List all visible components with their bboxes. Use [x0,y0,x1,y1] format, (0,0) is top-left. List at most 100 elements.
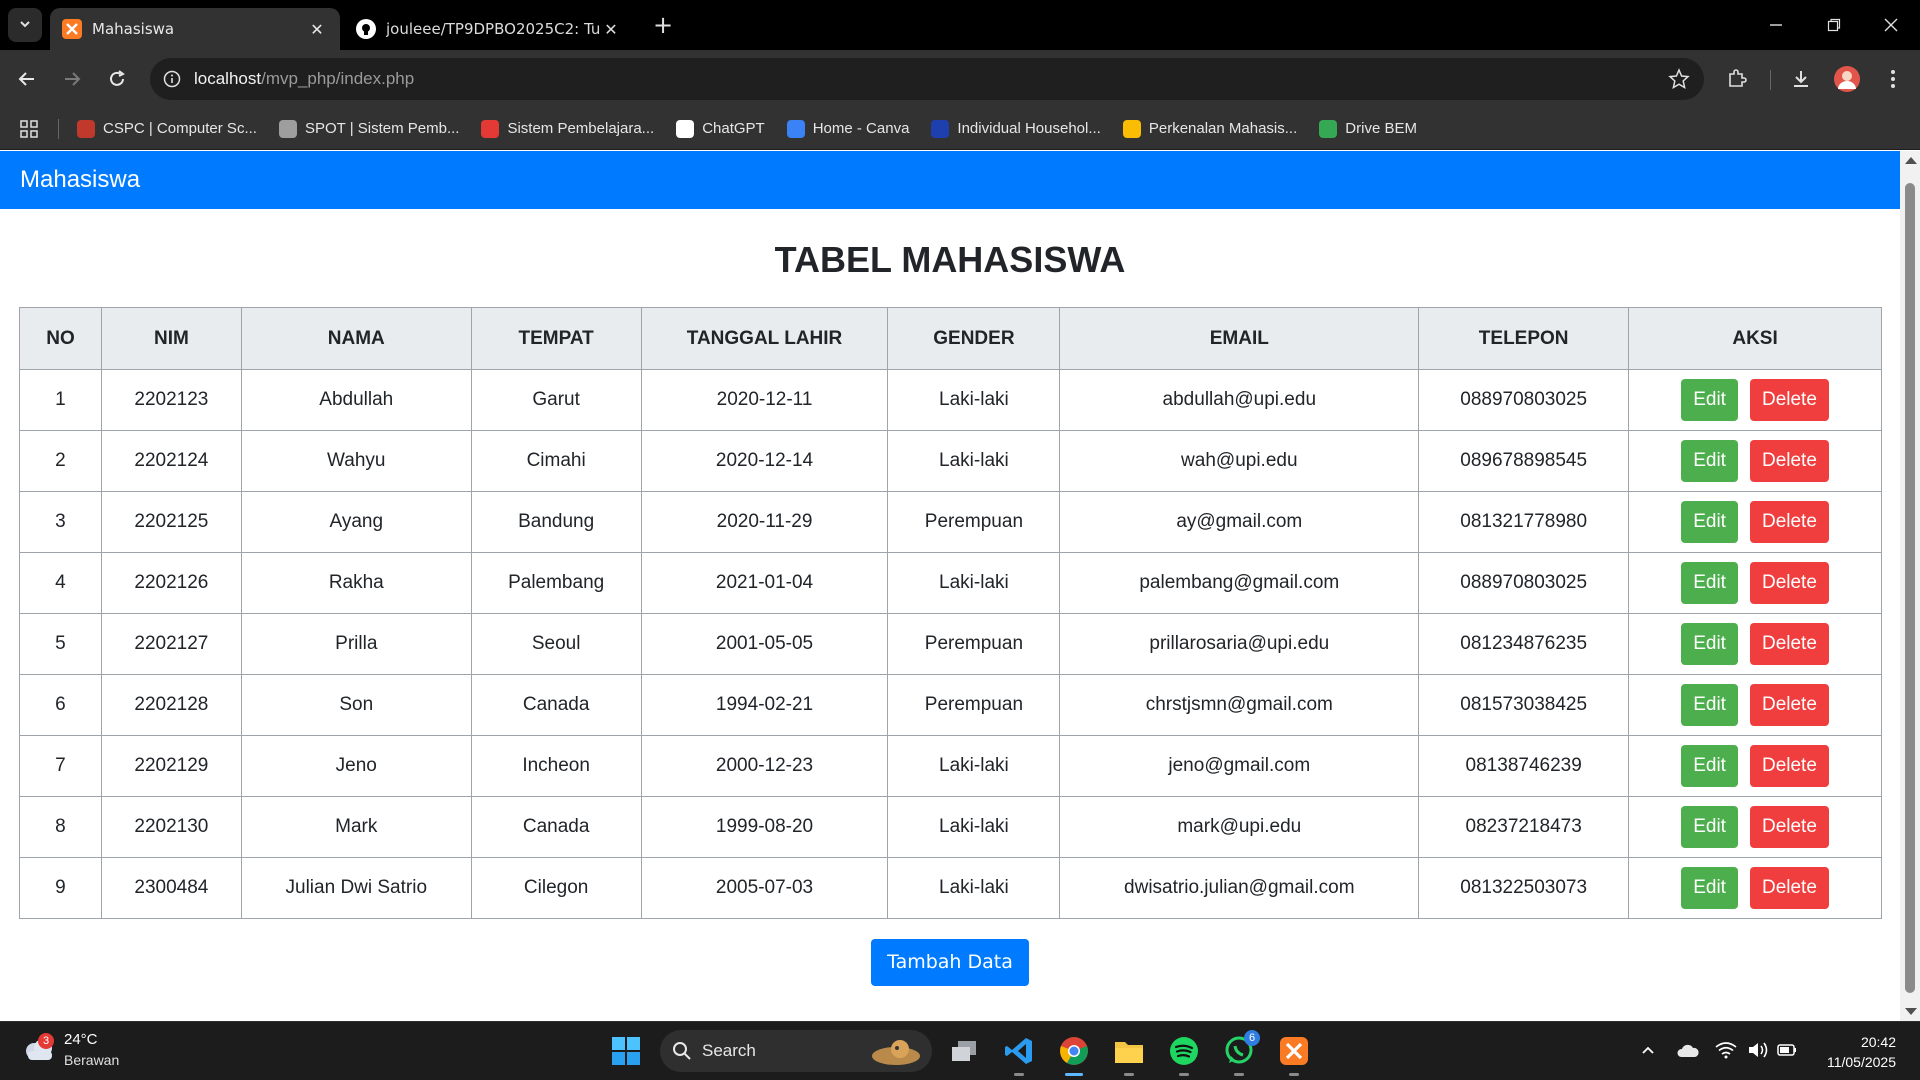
bookmark-item[interactable]: CSPC | Computer Sc... [77,119,257,138]
restore-button[interactable] [1805,0,1863,50]
system-clock[interactable]: 20:42 11/05/2025 [1827,1032,1896,1072]
cell-telepon: 089678898545 [1418,430,1630,492]
delete-button[interactable]: Delete [1749,501,1829,543]
cell-no: 4 [19,552,102,614]
edit-button[interactable]: Edit [1681,379,1738,421]
start-button[interactable] [607,1032,645,1070]
tab-github[interactable]: jouleee/TP9DPBO2025C2: Tuga ✕ [344,8,634,50]
table-row: 1 2202123 Abdullah Garut 2020-12-11 Laki-laki… [19,369,1882,431]
taskbar-search[interactable]: Search [660,1030,932,1072]
bookmark-item[interactable]: Individual Househol... [931,119,1101,138]
bookmark-item[interactable]: Sistem Pembelajara... [481,119,654,138]
delete-button[interactable]: Delete [1749,806,1829,848]
vscode-icon[interactable] [1000,1032,1038,1076]
cell-email: chrstjsmn@gmail.com [1059,674,1420,736]
delete-button[interactable]: Delete [1749,440,1829,482]
bookmark-star-icon[interactable] [1668,68,1690,94]
cell-nim: 2202130 [100,796,242,858]
scroll-up-arrow-icon[interactable] [1905,157,1917,164]
cell-telepon: 081573038425 [1418,674,1630,736]
xampp-taskbar-icon[interactable] [1275,1032,1313,1076]
column-header: TANGGAL LAHIR [640,307,889,370]
search-label: Search [702,1041,756,1060]
battery-icon[interactable] [1774,1036,1802,1064]
task-view-icon[interactable] [945,1032,983,1070]
bookmark-item[interactable]: Drive BEM [1319,119,1417,138]
cell-tempat: Palembang [470,552,642,614]
weather-widget[interactable]: 3 24°C Berawan [22,1030,119,1070]
tab-search-button[interactable] [8,8,42,42]
bookmark-item[interactable]: SPOT | Sistem Pemb... [278,119,460,138]
page-scrollbar[interactable] [1900,151,1920,1021]
app-indicator [1065,1073,1083,1076]
edit-button[interactable]: Edit [1681,745,1738,787]
apps-grid-icon[interactable] [20,119,38,138]
file-explorer-icon[interactable] [1110,1032,1148,1076]
edit-button[interactable]: Edit [1681,562,1738,604]
edit-button[interactable]: Edit [1681,867,1738,909]
delete-button[interactable]: Delete [1749,745,1829,787]
spotify-icon[interactable] [1165,1032,1203,1076]
cell-nama: Rakha [240,552,472,614]
column-header: AKSI [1628,307,1882,370]
bookmark-label: SPOT | Sistem Pemb... [304,120,460,137]
onedrive-icon[interactable] [1674,1036,1702,1064]
delete-button[interactable]: Delete [1749,623,1829,665]
cell-nim: 2202123 [100,369,242,431]
bookmark-favicon-icon [278,119,297,138]
profile-avatar[interactable] [1830,62,1864,96]
edit-button[interactable]: Edit [1681,684,1738,726]
edit-button[interactable]: Edit [1681,501,1738,543]
browser-menu-button[interactable] [1876,62,1910,96]
delete-button[interactable]: Delete [1749,684,1829,726]
close-tab-icon[interactable]: ✕ [306,18,328,40]
scrollbar-thumb[interactable] [1905,183,1915,993]
tray-chevron-up-icon[interactable] [1634,1036,1662,1064]
new-tab-button[interactable]: + [648,10,678,40]
volume-icon[interactable] [1744,1036,1772,1064]
cell-tempat: Seoul [470,613,642,675]
cell-aksi: Edit Delete [1628,430,1882,492]
cell-nim: 2300484 [100,857,242,919]
edit-button[interactable]: Edit [1681,623,1738,665]
tab-mahasiswa[interactable]: Mahasiswa ✕ [50,8,340,50]
reload-button[interactable] [100,62,134,96]
address-bar[interactable]: localhost/mvp_php/index.php [150,58,1704,100]
table-row: 9 2300484 Julian Dwi Satrio Cilegon 2005-07-… [19,857,1882,919]
column-header: NO [19,307,102,370]
chevron-down-icon [18,16,32,35]
minimize-button[interactable] [1747,0,1805,50]
bookmark-favicon-icon [481,119,500,138]
cell-gender: Laki-laki [887,369,1061,431]
edit-button[interactable]: Edit [1681,440,1738,482]
whatsapp-icon[interactable]: 6 [1220,1030,1260,1076]
cell-telepon: 08237218473 [1418,796,1630,858]
table-row: 2 2202124 Wahyu Cimahi 2020-12-14 Laki-laki wa… [19,430,1882,492]
delete-button[interactable]: Delete [1749,562,1829,604]
bookmark-item[interactable]: ChatGPT [676,119,765,138]
site-info-icon[interactable] [150,70,194,88]
page-content: Mahasiswa TABEL MAHASISWA NO NIM NAMA TE… [0,151,1900,1021]
url-text: localhost/mvp_php/index.php [194,69,415,88]
bookmark-item[interactable]: Home - Canva [786,119,909,138]
downloads-button[interactable] [1784,62,1818,96]
forward-button[interactable] [55,62,89,96]
xampp-icon [62,19,82,39]
scroll-down-arrow-icon[interactable] [1905,1008,1917,1015]
cell-no: 2 [19,430,102,492]
chrome-icon[interactable] [1055,1032,1093,1076]
delete-button[interactable]: Delete [1749,867,1829,909]
cell-gender: Laki-laki [887,857,1061,919]
back-button[interactable] [10,62,44,96]
bookmark-item[interactable]: Perkenalan Mahasis... [1122,119,1297,138]
add-wrap: Tambah Data [0,939,1900,986]
extensions-button[interactable] [1720,62,1754,96]
edit-button[interactable]: Edit [1681,806,1738,848]
wifi-icon[interactable] [1712,1036,1740,1064]
tambah-data-button[interactable]: Tambah Data [871,939,1029,986]
column-header: TELEPON [1418,307,1630,370]
close-window-button[interactable] [1862,0,1920,50]
navbar-brand[interactable]: Mahasiswa [20,166,140,194]
close-tab-icon[interactable]: ✕ [600,18,622,40]
delete-button[interactable]: Delete [1749,379,1829,421]
